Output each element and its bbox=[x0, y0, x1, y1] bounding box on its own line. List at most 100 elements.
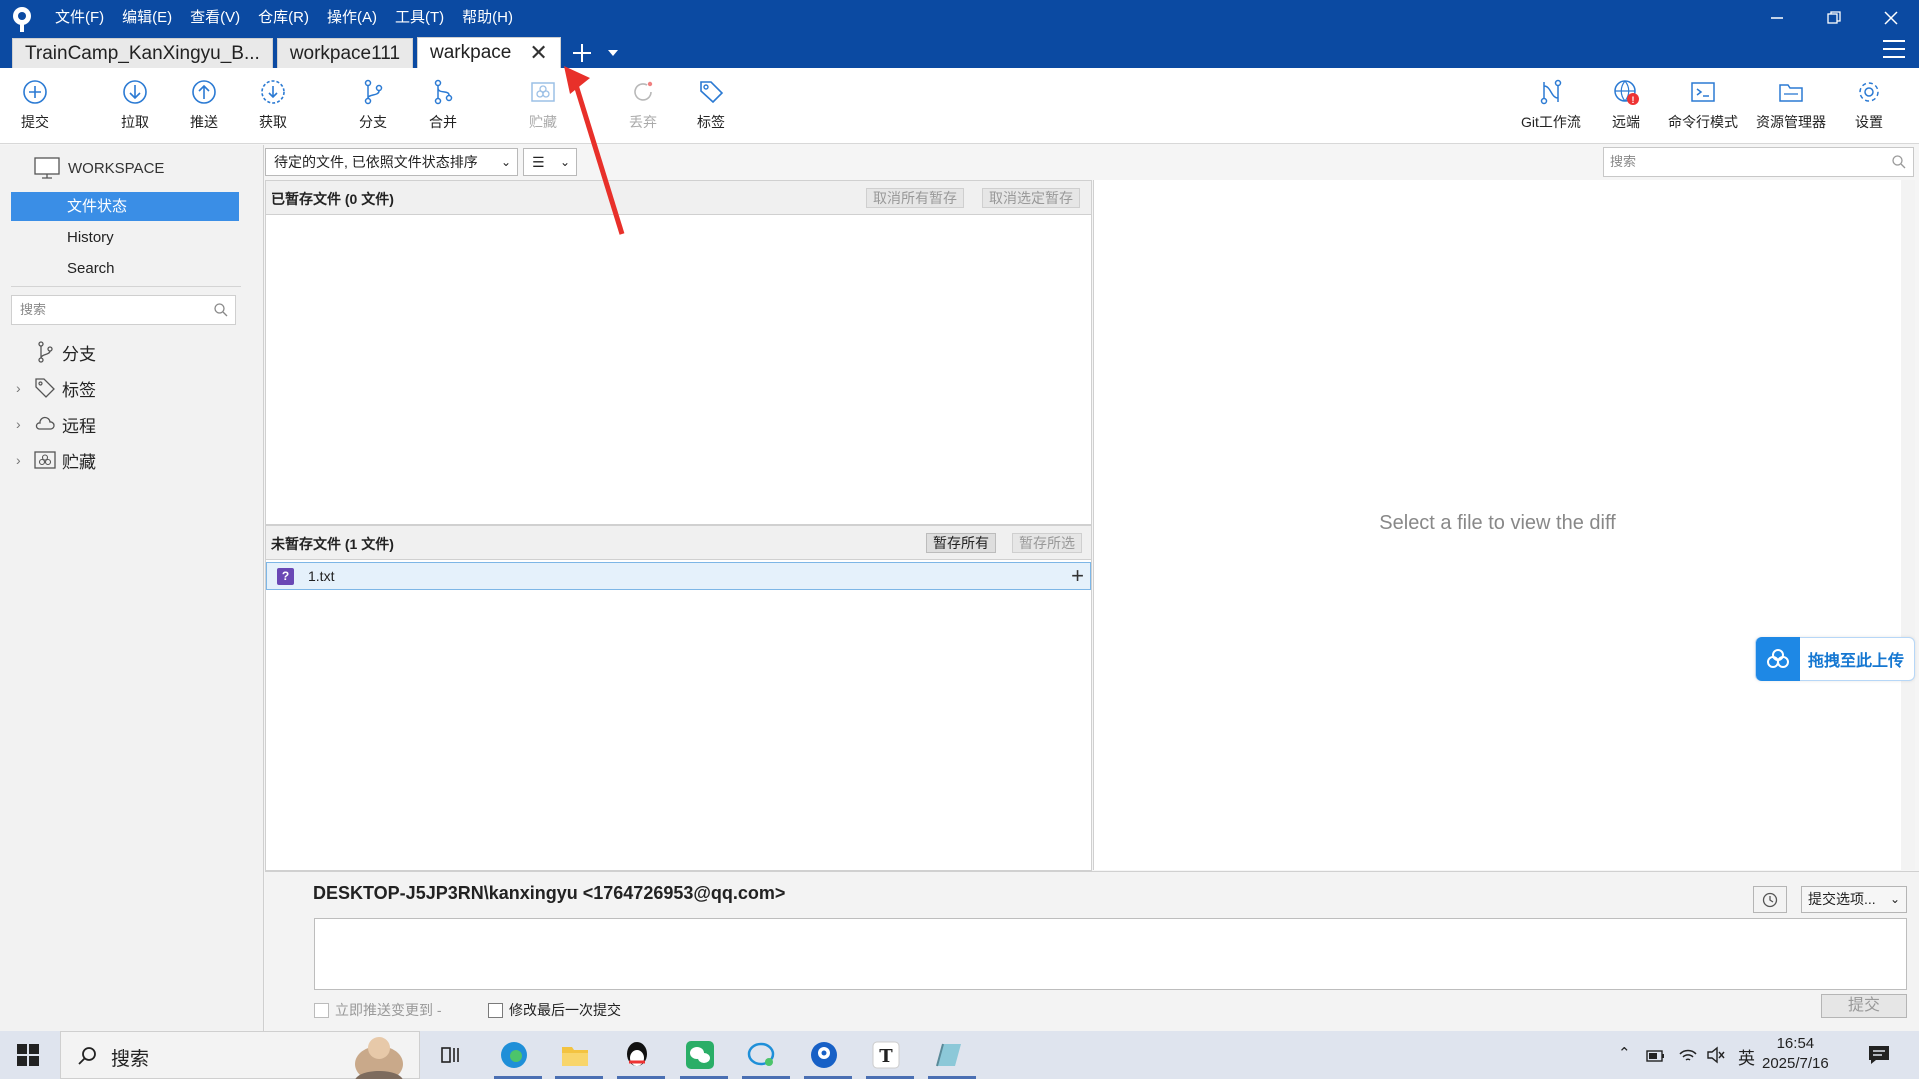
push-immediately-checkbox[interactable]: 立即推送变更到 - bbox=[314, 1000, 442, 1020]
branch-icon bbox=[364, 79, 383, 105]
edge-browser-icon[interactable] bbox=[494, 1035, 542, 1079]
main-toolbar: 提交 拉取 推送 获取 分支 合并 贮藏 丢弃 标签 Git工作流 ! 远端 命… bbox=[0, 68, 1919, 144]
commit-options-dropdown[interactable]: 提交选项... ⌄ bbox=[1801, 886, 1907, 913]
chevron-right-icon[interactable]: › bbox=[16, 416, 28, 432]
chevron-right-icon[interactable]: › bbox=[16, 380, 28, 396]
menu-file[interactable]: 文件(F) bbox=[46, 8, 113, 28]
sidebar-item-history[interactable]: History bbox=[11, 223, 239, 252]
sidebar-tree-stashes[interactable]: › 贮藏 bbox=[16, 445, 96, 475]
fetch-button[interactable]: 获取 bbox=[238, 78, 308, 132]
system-clock[interactable]: 16:54 2025/7/16 bbox=[1762, 1034, 1829, 1074]
tab-warkpace[interactable]: warkpace ✕ bbox=[417, 37, 561, 68]
settings-button[interactable]: 设置 bbox=[1834, 78, 1904, 132]
tags-label: 标签 bbox=[62, 380, 96, 400]
sidebar-tree-remotes[interactable]: › 远程 bbox=[16, 409, 96, 439]
unstage-all-button[interactable]: 取消所有暂存 bbox=[866, 188, 964, 208]
remote-button[interactable]: ! 远端 bbox=[1591, 78, 1661, 132]
file-search-input[interactable]: 搜索 bbox=[1603, 147, 1914, 177]
menu-actions[interactable]: 操作(A) bbox=[318, 8, 386, 28]
stage-file-plus-icon[interactable]: + bbox=[1071, 564, 1084, 588]
commit-plus-icon bbox=[23, 80, 47, 104]
remote-label: 远端 bbox=[1612, 114, 1640, 130]
cloud-upload-icon bbox=[1756, 637, 1800, 681]
commit-message-input[interactable] bbox=[314, 918, 1907, 990]
merge-icon bbox=[434, 79, 453, 105]
menu-help[interactable]: 帮助(H) bbox=[453, 8, 522, 28]
view-mode-dropdown[interactable]: ☰ ⌄ bbox=[523, 148, 577, 176]
volume-muted-icon[interactable] bbox=[1706, 1046, 1726, 1064]
sidebar-search-placeholder: 搜索 bbox=[20, 302, 47, 317]
merge-button[interactable]: 合并 bbox=[408, 78, 478, 132]
svg-text:T: T bbox=[879, 1046, 893, 1067]
pull-button[interactable]: 拉取 bbox=[100, 78, 170, 132]
task-view-icon[interactable] bbox=[430, 1035, 470, 1075]
stash-button[interactable]: 贮藏 bbox=[508, 78, 578, 132]
tag-button[interactable]: 标签 bbox=[676, 78, 746, 132]
typora-icon[interactable]: T bbox=[866, 1035, 914, 1079]
file-explorer-icon[interactable] bbox=[555, 1035, 603, 1079]
search-icon bbox=[78, 1047, 96, 1065]
tray-expand-icon[interactable]: ⌃ bbox=[1618, 1044, 1631, 1062]
tab-traincamp[interactable]: TrainCamp_KanXingyu_B... bbox=[12, 38, 273, 68]
explorer-button[interactable]: 资源管理器 bbox=[1756, 78, 1826, 132]
sidebar-item-search[interactable]: Search bbox=[11, 254, 239, 283]
push-button[interactable]: 推送 bbox=[169, 78, 239, 132]
settings-label: 设置 bbox=[1855, 114, 1883, 130]
branch-label: 分支 bbox=[359, 114, 387, 130]
staged-files-pane: 已暂存文件 (0 文件) 取消所有暂存 取消选定暂存 bbox=[265, 180, 1092, 525]
new-tab-button[interactable] bbox=[567, 38, 597, 68]
menu-view[interactable]: 查看(V) bbox=[181, 8, 249, 28]
menu-repository[interactable]: 仓库(R) bbox=[249, 8, 318, 28]
tab-workpace111[interactable]: workpace111 bbox=[276, 38, 414, 68]
windows-start-icon[interactable] bbox=[16, 1043, 40, 1067]
restore-button[interactable] bbox=[1809, 4, 1859, 32]
notepad-icon[interactable] bbox=[928, 1035, 976, 1079]
plus-icon bbox=[572, 44, 591, 62]
tab-list-dropdown[interactable] bbox=[601, 38, 625, 68]
stash-icon bbox=[531, 82, 555, 102]
taskbar-search-box[interactable]: 搜索 bbox=[60, 1031, 420, 1079]
commit-history-button[interactable] bbox=[1753, 886, 1787, 913]
file-row[interactable]: ? 1.txt + bbox=[266, 562, 1091, 590]
hamburger-menu-icon[interactable] bbox=[1883, 40, 1905, 58]
file-sort-dropdown[interactable]: 待定的文件, 已依照文件状态排序 ⌄ bbox=[265, 148, 518, 176]
upload-drop-badge[interactable]: 拖拽至此上传 bbox=[1755, 637, 1915, 681]
tab-close-icon[interactable]: ✕ bbox=[529, 38, 547, 68]
menu-tools[interactable]: 工具(T) bbox=[386, 8, 453, 28]
notification-icon[interactable] bbox=[1868, 1045, 1890, 1065]
submit-commit-button[interactable]: 提交 bbox=[1821, 994, 1907, 1018]
close-button[interactable] bbox=[1866, 4, 1916, 32]
input-language-indicator[interactable]: 英 bbox=[1738, 1044, 1755, 1069]
qq-icon[interactable] bbox=[617, 1035, 665, 1079]
sidebar-search-input[interactable]: 搜索 bbox=[11, 295, 236, 325]
amend-checkbox[interactable]: 修改最后一次提交 bbox=[488, 1000, 621, 1020]
folder-icon bbox=[1779, 84, 1803, 102]
wifi-icon[interactable] bbox=[1678, 1045, 1698, 1065]
sidebar-tree-branches[interactable]: 分支 bbox=[16, 337, 96, 367]
wechat-icon[interactable] bbox=[680, 1035, 728, 1079]
commit-button[interactable]: 提交 bbox=[0, 78, 70, 132]
stage-selected-button[interactable]: 暂存所选 bbox=[1012, 533, 1082, 553]
sidebar-tree-tags[interactable]: › 标签 bbox=[16, 373, 96, 403]
sourcetree-taskbar-icon[interactable] bbox=[804, 1035, 852, 1079]
branch-button[interactable]: 分支 bbox=[338, 78, 408, 132]
fetch-icon bbox=[261, 80, 285, 104]
chevron-right-icon[interactable]: › bbox=[16, 452, 28, 468]
file-sort-value: 待定的文件, 已依照文件状态排序 bbox=[274, 154, 478, 170]
unstage-selected-button[interactable]: 取消选定暂存 bbox=[982, 188, 1080, 208]
unstaged-header: 未暂存文件 (1 文件) 暂存所有 暂存所选 bbox=[266, 526, 1091, 560]
gitflow-button[interactable]: Git工作流 bbox=[1516, 78, 1586, 132]
menu-edit[interactable]: 编辑(E) bbox=[113, 8, 181, 28]
chat-search-icon[interactable] bbox=[742, 1035, 790, 1079]
push-label: 推送 bbox=[190, 114, 218, 130]
diff-scrollbar[interactable] bbox=[1901, 180, 1915, 870]
battery-icon[interactable] bbox=[1646, 1047, 1666, 1063]
minimize-button[interactable] bbox=[1752, 4, 1802, 32]
terminal-button[interactable]: 命令行模式 bbox=[1668, 78, 1738, 132]
discard-button[interactable]: 丢弃 bbox=[608, 78, 678, 132]
clock-date: 2025/7/16 bbox=[1762, 1055, 1829, 1072]
terminal-icon bbox=[1691, 82, 1715, 102]
file-name: 1.txt bbox=[308, 568, 335, 584]
sidebar-item-file-status[interactable]: 文件状态 bbox=[11, 192, 239, 221]
stage-all-button[interactable]: 暂存所有 bbox=[926, 533, 996, 553]
